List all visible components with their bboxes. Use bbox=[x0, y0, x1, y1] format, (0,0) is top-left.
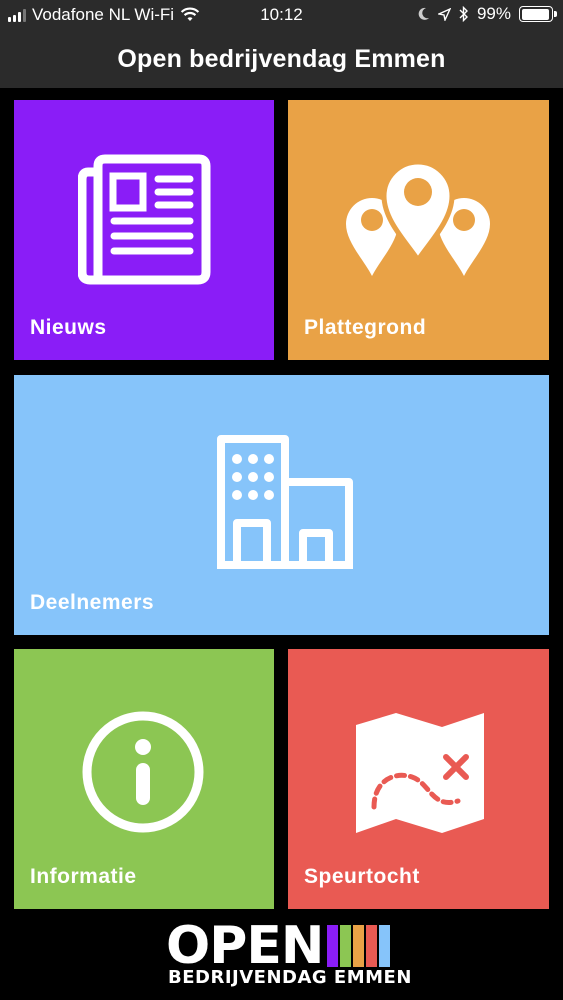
logo-stripe bbox=[379, 925, 390, 967]
logo-subtitle: BEDRIJVENDAG EMMEN bbox=[168, 967, 412, 988]
tile-label: Deelnemers bbox=[30, 591, 155, 614]
tile-label: Nieuws bbox=[30, 316, 107, 339]
tile-plattegrond[interactable]: Plattegrond bbox=[288, 100, 549, 360]
map-pins-icon bbox=[346, 160, 490, 276]
treasure-map-icon bbox=[356, 713, 484, 833]
battery-icon bbox=[519, 6, 557, 22]
building-icon bbox=[217, 435, 353, 569]
tile-speurtocht[interactable]: Speurtocht bbox=[288, 649, 549, 909]
logo-stripe bbox=[353, 925, 364, 967]
tile-label: Speurtocht bbox=[304, 865, 420, 888]
tile-deelnemers[interactable]: Deelnemers bbox=[14, 375, 549, 635]
open-bedrijvendag-logo: OPEN BEDRIJVENDAG EMMEN bbox=[0, 915, 563, 1000]
tile-informatie[interactable]: Informatie bbox=[14, 649, 274, 909]
tile-nieuws[interactable]: Nieuws bbox=[14, 100, 274, 360]
logo-word: OPEN bbox=[166, 916, 324, 976]
moon-icon bbox=[418, 7, 429, 20]
page-title: Open bedrijvendag Emmen bbox=[0, 30, 563, 88]
tile-label: Informatie bbox=[30, 865, 137, 888]
info-icon bbox=[82, 711, 204, 833]
bluetooth-icon bbox=[459, 6, 468, 22]
status-bar: Vodafone NL Wi-Fi 10:12 99% bbox=[0, 0, 563, 30]
logo-figures bbox=[327, 925, 390, 967]
tile-label: Plattegrond bbox=[304, 316, 427, 339]
logo-stripe bbox=[366, 925, 377, 967]
newspaper-icon bbox=[78, 154, 211, 285]
logo-stripe bbox=[327, 925, 338, 967]
battery-percent: 99% bbox=[476, 4, 511, 23]
status-bar-right: 99% bbox=[418, 4, 557, 24]
location-icon bbox=[437, 7, 451, 21]
logo-stripe bbox=[340, 925, 351, 967]
